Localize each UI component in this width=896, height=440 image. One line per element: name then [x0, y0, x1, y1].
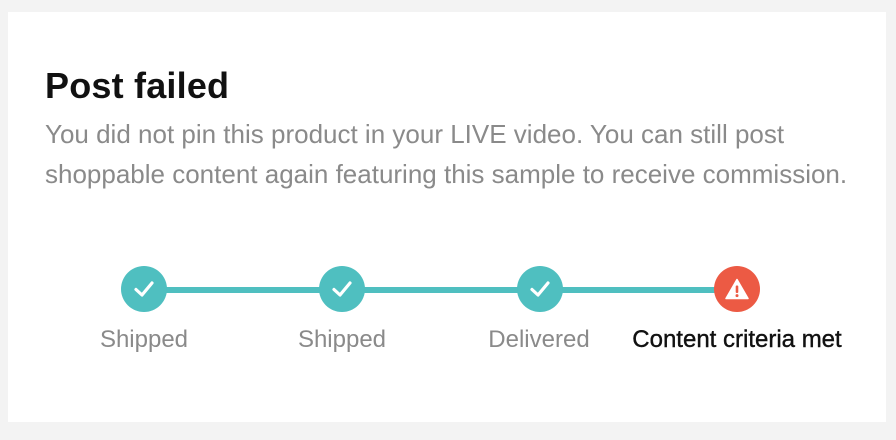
post-status-card: Post failed You did not pin this product…: [8, 12, 886, 422]
step-label-shipped-1: Shipped: [99, 326, 189, 353]
step-1-check-icon: [121, 266, 167, 312]
step-3-check-icon: [517, 266, 563, 312]
track-segment-1: [144, 287, 342, 293]
step-label-shipped-2: Shipped: [297, 326, 387, 353]
step-label-content-criteria: Content criteria met: [632, 326, 842, 353]
track-segment-3: [540, 287, 736, 293]
track-segment-2: [342, 287, 540, 293]
step-label-delivered: Delivered: [488, 326, 590, 353]
progress-stepper: Shipped Shipped Delivered Content criter…: [8, 12, 886, 422]
step-2-check-icon: [319, 266, 365, 312]
step-4-warning-icon: [714, 266, 760, 312]
